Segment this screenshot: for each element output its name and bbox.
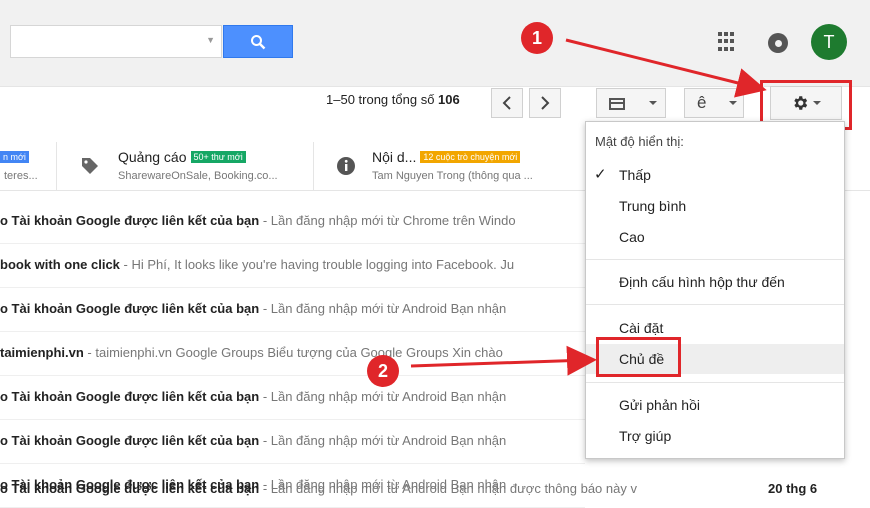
chevron-left-icon bbox=[502, 96, 511, 110]
table-row[interactable]: o Tài khoản Google được liên kết của bạn… bbox=[0, 466, 870, 506]
avatar[interactable]: T bbox=[811, 24, 847, 60]
tab-title: Quảng cáo bbox=[118, 149, 187, 165]
menu-divider bbox=[586, 304, 844, 305]
email-subject: o Tài khoản Google được liên kết của bạn bbox=[0, 433, 260, 448]
tab-sub: Tam Nguyen Trong (thông qua ... bbox=[372, 170, 533, 182]
pagination-count: 1–50 trong tổng số 106 bbox=[326, 92, 460, 107]
email-snippet: - taimienphi.vn Google Groups Biểu tượng… bbox=[83, 345, 503, 360]
tab-badge: 50+ thư mới bbox=[190, 151, 246, 163]
email-subject: o Tài khoản Google được liên kết của bạn bbox=[0, 481, 260, 496]
menu-item-send-feedback[interactable]: Gửi phản hồi bbox=[586, 390, 844, 420]
top-bar: ▼ T bbox=[0, 0, 870, 87]
menu-item-label: Trợ giúp bbox=[619, 428, 672, 444]
table-row[interactable]: book with one click - Hi Phí, It looks l… bbox=[0, 243, 585, 288]
tab-badge: 12 cuộc trò chuyện mới bbox=[420, 151, 521, 163]
chevron-down-icon bbox=[729, 101, 737, 105]
tab-promotions[interactable]: Quảng cáo 50+ thư mới SharewareOnSale, Bo… bbox=[70, 142, 314, 190]
menu-item-help[interactable]: Trợ giúp bbox=[586, 421, 844, 451]
menu-item-label: Trung bình bbox=[619, 198, 687, 214]
email-date: 20 thg 6 bbox=[768, 481, 818, 496]
email-snippet: - Lần đăng nhập mới từ Android Bạn nhận bbox=[259, 301, 507, 316]
info-icon bbox=[337, 157, 355, 175]
table-row[interactable]: taimienphi.vn - taimienphi.vn Google Gro… bbox=[0, 331, 585, 376]
table-row[interactable]: o Tài khoản Google được liên kết của bạn… bbox=[0, 419, 585, 464]
email-snippet: - Lần đăng nhập mới từ Android Bạn nhận … bbox=[259, 481, 637, 496]
search-icon bbox=[251, 34, 266, 49]
older-button[interactable] bbox=[529, 88, 561, 118]
email-subject: taimienphi.vn bbox=[0, 345, 84, 360]
menu-item-density-high[interactable]: Cao bbox=[586, 222, 844, 252]
tag-icon bbox=[82, 158, 98, 174]
menu-divider bbox=[586, 382, 844, 383]
menu-header: Mật độ hiển thị: bbox=[595, 134, 684, 149]
email-subject: o Tài khoản Google được liên kết của bạn bbox=[0, 389, 260, 404]
search-options-icon[interactable]: ▼ bbox=[206, 35, 215, 45]
highlight-box-themes bbox=[596, 337, 681, 377]
search-input[interactable]: ▼ bbox=[10, 25, 222, 58]
tab-title: Nội d... bbox=[372, 149, 417, 165]
menu-item-label: Định cấu hình hộp thư đến bbox=[619, 274, 785, 290]
count-prefix: 1–50 trong tổng số bbox=[326, 92, 435, 107]
email-subject: o Tài khoản Google được liên kết của bạn bbox=[0, 213, 260, 228]
tab-badge: n mới bbox=[0, 151, 29, 163]
email-snippet: - Lần đăng nhập mới từ Chrome trên Windo bbox=[259, 213, 516, 228]
notifications-icon[interactable] bbox=[768, 33, 788, 53]
tab-sub: teres... bbox=[4, 170, 38, 182]
step-2-badge: 2 bbox=[367, 355, 399, 387]
email-subject: book with one click bbox=[0, 257, 120, 272]
split-pane-button[interactable] bbox=[596, 88, 666, 118]
search-button[interactable] bbox=[223, 25, 293, 58]
count-total: 106 bbox=[438, 92, 460, 107]
input-tools-button[interactable]: ê bbox=[684, 88, 744, 118]
check-icon: ✓ bbox=[594, 166, 607, 183]
chevron-right-icon bbox=[541, 96, 550, 110]
split-pane-icon bbox=[609, 98, 625, 110]
menu-item-density-low[interactable]: ✓ Thấp bbox=[586, 160, 844, 190]
menu-item-label: Gửi phản hồi bbox=[619, 397, 700, 413]
input-tools-label: ê bbox=[697, 93, 707, 112]
table-row[interactable]: o Tài khoản Google được liên kết của bạn… bbox=[0, 287, 585, 332]
tab-primary[interactable]: n mới teres... bbox=[0, 142, 57, 190]
email-snippet: - Lần đăng nhập mới từ Android Bạn nhận bbox=[259, 433, 507, 448]
newer-button[interactable] bbox=[491, 88, 523, 118]
step-1-badge: 1 bbox=[521, 22, 553, 54]
apps-grid-icon[interactable] bbox=[718, 32, 738, 52]
chevron-down-icon bbox=[649, 101, 657, 105]
settings-menu: Mật độ hiển thị: ✓ Thấp Trung bình Cao Đ… bbox=[585, 121, 845, 459]
table-row[interactable]: o Tài khoản Google được liên kết của bạn… bbox=[0, 199, 585, 244]
tab-sub: SharewareOnSale, Booking.co... bbox=[118, 170, 278, 182]
email-snippet: - Hi Phí, It looks like you're having tr… bbox=[119, 257, 515, 272]
menu-item-density-medium[interactable]: Trung bình bbox=[586, 191, 844, 221]
table-row[interactable]: o Tài khoản Google được liên kết của bạn… bbox=[0, 375, 585, 420]
menu-item-label: Thấp bbox=[619, 167, 651, 183]
menu-item-configure-inbox[interactable]: Định cấu hình hộp thư đến bbox=[586, 267, 844, 297]
tab-forums[interactable]: Nội d... 12 cuộc trò chuyện mới Tam Nguye… bbox=[326, 142, 586, 190]
email-snippet: - Lần đăng nhập mới từ Android Bạn nhận bbox=[259, 389, 507, 404]
email-subject: o Tài khoản Google được liên kết của bạn bbox=[0, 301, 260, 316]
menu-divider bbox=[586, 259, 844, 260]
menu-item-label: Cao bbox=[619, 229, 645, 245]
